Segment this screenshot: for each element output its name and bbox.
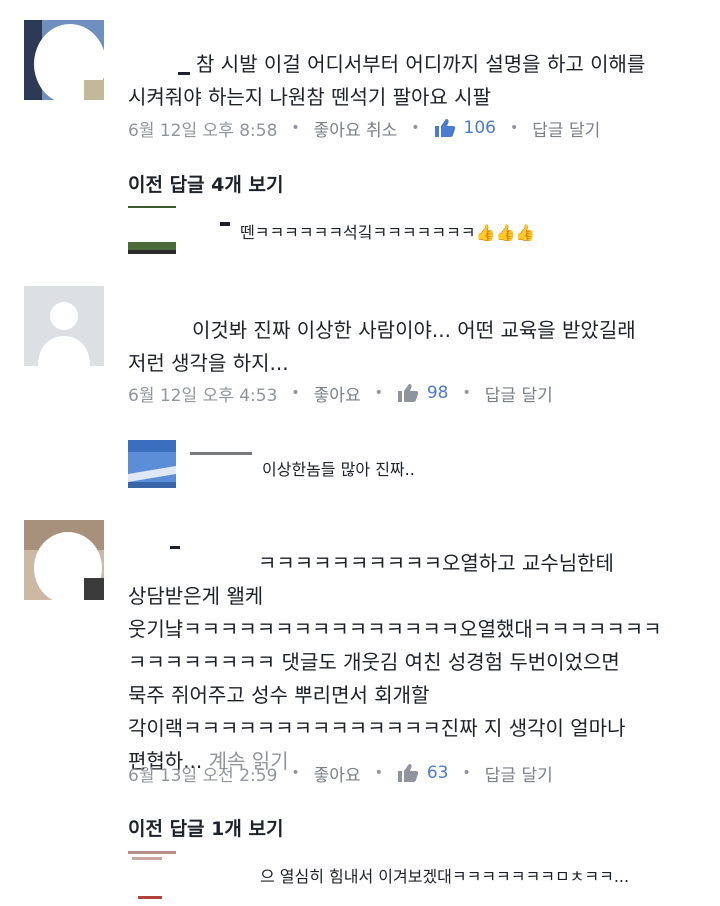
reply-text: 이상한놈들 많아 진짜.. bbox=[262, 460, 415, 479]
like-button[interactable]: 좋아요 bbox=[314, 761, 361, 786]
avatar[interactable] bbox=[24, 20, 104, 100]
separator: • bbox=[374, 765, 383, 781]
comment-text: 이것봐 진짜 이상한 사람이야... 어떤 교육을 받았길래 저런 생각을 하지… bbox=[128, 318, 636, 375]
timestamp: 6월 12일 오후 4:53 bbox=[128, 385, 278, 406]
comment-text: 참 시발 이걸 어디서부터 어디까지 설명을 하고 이해를 시켜줘야 하는지 나… bbox=[128, 52, 646, 109]
reply-button[interactable]: 답글 달기 bbox=[485, 761, 553, 786]
comment-text: ㅋㅋㅋㅋㅋㅋㅋㅋㅋㅋ오열하고 교수님한테 상담받은게 왤케 웃기냨ㅋㅋㅋㅋㅋㅋㅋ… bbox=[128, 551, 662, 773]
thumbs-up-icon[interactable] bbox=[434, 118, 456, 138]
like-button[interactable]: 좋아요 bbox=[314, 381, 361, 406]
separator: • bbox=[462, 765, 471, 781]
like-count: 63 bbox=[426, 763, 449, 783]
avatar[interactable] bbox=[24, 286, 104, 366]
view-previous-replies-link[interactable]: 이전 답글 4개 보기 bbox=[128, 170, 283, 197]
name-remnant bbox=[190, 452, 252, 461]
name-remnant bbox=[220, 222, 230, 226]
thumbs-up-icon[interactable] bbox=[397, 763, 419, 783]
like-button[interactable]: 좋아요 취소 bbox=[314, 116, 398, 141]
comment-meta: 6월 12일 오후 8:58 • 좋아요 취소 • 106 • 답글 달기 bbox=[128, 113, 600, 143]
comment-meta: 6월 12일 오후 4:53 • 좋아요 • 98 • 답글 달기 bbox=[128, 378, 553, 408]
timestamp: 6월 12일 오후 8:58 bbox=[128, 120, 278, 141]
reply-avatar[interactable] bbox=[128, 206, 176, 254]
reply-text: 으 열심히 힘내서 이겨보겠대ㅋㅋㅋㅋㅋㅋㅋㅁㅊㅋㅋ... bbox=[260, 867, 630, 886]
separator: • bbox=[374, 385, 383, 401]
view-previous-replies-link[interactable]: 이전 답글 1개 보기 bbox=[128, 814, 283, 841]
separator: • bbox=[291, 765, 300, 781]
like-count: 106 bbox=[463, 118, 496, 138]
comment-meta: 6월 13일 오전 2:59 • 좋아요 • 63 • 답글 달기 bbox=[128, 758, 553, 788]
reply-text: 뗀ㅋㅋㅋㅋㅋㅋ석깈ㅋㅋㅋㅋㅋㅋㅋ👍👍👍 bbox=[240, 223, 536, 242]
separator: • bbox=[291, 120, 300, 136]
separator: • bbox=[411, 120, 420, 136]
reply-avatar[interactable] bbox=[128, 851, 176, 900]
like-count: 98 bbox=[426, 383, 449, 403]
separator: • bbox=[291, 385, 300, 401]
separator: • bbox=[462, 385, 471, 401]
thumbs-up-icon[interactable] bbox=[397, 383, 419, 403]
separator: • bbox=[510, 120, 519, 136]
name-remnant bbox=[178, 72, 190, 75]
reply-avatar[interactable] bbox=[128, 440, 176, 488]
avatar[interactable] bbox=[24, 520, 104, 600]
reply-button[interactable]: 답글 달기 bbox=[532, 116, 600, 141]
timestamp: 6월 13일 오전 2:59 bbox=[128, 765, 278, 786]
reply-button[interactable]: 답글 달기 bbox=[485, 381, 553, 406]
